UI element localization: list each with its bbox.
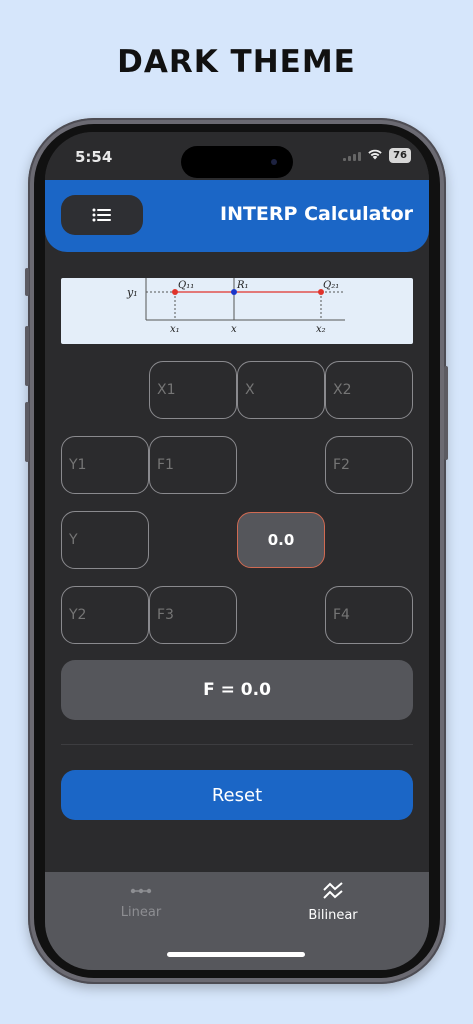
- f3-input[interactable]: [149, 586, 237, 644]
- wifi-icon: [367, 148, 383, 163]
- tab-bilinear-label: Bilinear: [308, 908, 358, 923]
- action-button: [25, 268, 29, 296]
- bottom-tab-bar: Linear Bilinear: [45, 872, 429, 970]
- y-input[interactable]: [61, 511, 149, 569]
- f-result-display: F = 0.0: [61, 660, 413, 720]
- menu-icon: [92, 208, 111, 222]
- dynamic-island: [181, 146, 293, 178]
- f4-input[interactable]: [325, 586, 413, 644]
- y1-input[interactable]: [61, 436, 149, 494]
- app-bar: INTERP Calculator: [45, 180, 429, 252]
- app-screen: 5:54 76 INTERP Calculator y₁ Q₁₁ R₁ Q₂₁ …: [45, 132, 429, 970]
- section-divider: [61, 744, 413, 745]
- x-input[interactable]: [237, 361, 325, 419]
- label-r1: R₁: [236, 280, 249, 291]
- status-time: 5:54: [75, 148, 113, 166]
- status-icons: 76: [343, 148, 411, 163]
- power-button: [444, 366, 448, 460]
- volume-down-button: [25, 402, 29, 462]
- reset-button[interactable]: Reset: [61, 770, 413, 820]
- cellular-signal-icon: [343, 151, 362, 161]
- f1-input[interactable]: [149, 436, 237, 494]
- page-headline: DARK THEME: [117, 44, 356, 80]
- home-indicator[interactable]: [167, 952, 305, 957]
- x1-input[interactable]: [149, 361, 237, 419]
- tab-linear-label: Linear: [120, 905, 162, 920]
- tab-linear[interactable]: Linear: [61, 882, 221, 932]
- x2-input[interactable]: [325, 361, 413, 419]
- volume-up-button: [25, 326, 29, 386]
- label-q11: Q₁₁: [178, 280, 194, 291]
- camera-dot: [271, 159, 277, 165]
- y2-input[interactable]: [61, 586, 149, 644]
- interpolation-diagram: y₁ Q₁₁ R₁ Q₂₁ x₁ x x₂: [61, 278, 413, 344]
- label-y1: y₁: [126, 286, 138, 299]
- label-x1: x₁: [170, 324, 180, 335]
- tab-bilinear[interactable]: Bilinear: [253, 882, 413, 932]
- f2-input[interactable]: [325, 436, 413, 494]
- status-bar: 5:54 76: [45, 132, 429, 180]
- interpolated-value-display: 0.0: [237, 512, 325, 568]
- label-x: x: [231, 324, 237, 335]
- linear-icon: [130, 888, 152, 894]
- label-q21: Q₂₁: [323, 280, 339, 291]
- diagram-graphic: y₁ Q₁₁ R₁ Q₂₁ x₁ x x₂: [126, 278, 345, 335]
- app-title: INTERP Calculator: [220, 203, 413, 225]
- bilinear-icon: [323, 882, 343, 899]
- menu-button[interactable]: [61, 195, 143, 235]
- label-x2: x₂: [316, 324, 326, 335]
- battery-icon: 76: [389, 148, 411, 163]
